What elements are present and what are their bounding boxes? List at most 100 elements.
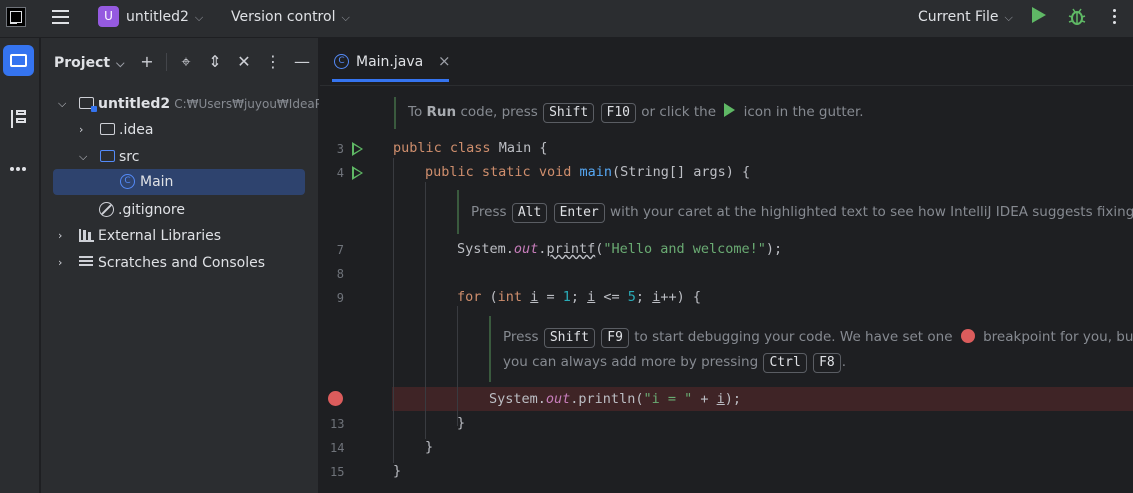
tree-item-gitignore[interactable]: .gitignore [41, 197, 319, 223]
code-text: ( [481, 289, 498, 305]
title-bar: U untitled2 ⌵ Version control ⌵ Current Fi… [0, 0, 1133, 38]
hint-text: you can always add more by pressing [503, 354, 759, 370]
line-number: 14 [330, 441, 345, 455]
tree-item-src[interactable]: ⌵ src [41, 144, 319, 170]
ignore-file-icon [99, 202, 114, 217]
add-icon[interactable]: + [137, 52, 157, 72]
code-line[interactable]: for (int i = 1; i <= 5; i++) { [457, 289, 701, 305]
project-panel-title[interactable]: Project ⌵ [54, 55, 124, 71]
shortcut-key: F9 [601, 328, 629, 348]
code-text: ; [570, 289, 588, 305]
tree-item-external-libraries[interactable]: › External Libraries [41, 223, 319, 249]
project-panel: Project ⌵ + ⌖ ⇕ ✕ ⋮ — ⌵ untitled2 C:₩Users… [41, 38, 319, 493]
more-options-icon[interactable] [1113, 9, 1117, 27]
chevron-down-icon: ⌵ [194, 11, 204, 24]
fix-hint: Press Alt Enter with your caret at the h… [471, 200, 1133, 224]
hint-text: with your caret at the highlighted text … [610, 204, 1133, 220]
keyword: int [497, 289, 523, 305]
hint-bold-text: Run [426, 104, 457, 120]
chevron-down-icon: ⌵ [116, 57, 125, 70]
shortcut-key: F10 [600, 103, 636, 123]
expand-all-icon[interactable]: ⇕ [205, 52, 225, 72]
chevron-down-icon: ⌵ [341, 11, 350, 24]
hint-text: To [408, 104, 423, 120]
code-line[interactable]: } [425, 439, 433, 455]
code-text: <= [595, 289, 628, 305]
hide-icon[interactable]: — [292, 52, 312, 72]
breakpoint-icon [960, 329, 975, 343]
code-line[interactable]: } [457, 415, 465, 431]
code-line[interactable]: System.out.println("i = " + i); [489, 391, 741, 407]
field-name: out [513, 241, 539, 257]
tree-item-label: External Libraries [98, 228, 221, 244]
line-number: 13 [330, 417, 345, 431]
tree-item-main[interactable]: C Main [53, 169, 305, 195]
structure-icon [11, 110, 27, 128]
run-gutter-icon[interactable] [352, 166, 363, 180]
run-config-selector[interactable]: Current File ⌵ [918, 9, 1013, 25]
code-text: System. [457, 241, 514, 257]
tab-label: Main.java [356, 54, 424, 70]
hint-bar [489, 316, 491, 382]
code-text: (String[] args) { [612, 164, 751, 180]
debug-hint: Press Shift F9 to start debugging your c… [503, 325, 1133, 349]
close-icon[interactable]: × [438, 52, 451, 70]
tree-item-idea[interactable]: › .idea [41, 117, 319, 143]
active-tab-indicator [332, 79, 449, 82]
number-literal: 1 [562, 289, 571, 305]
indent-guide [457, 306, 458, 426]
version-control-label: Version control [231, 9, 336, 25]
class-icon: C [120, 174, 135, 189]
code-text: ); [724, 391, 742, 407]
tool-window-strip [0, 38, 40, 493]
collapse-all-icon[interactable]: ✕ [234, 52, 254, 72]
tab-main-java[interactable]: C Main.java × [332, 46, 462, 82]
hint-bar [394, 97, 396, 129]
chevron-down-icon[interactable]: ⌵ [79, 144, 91, 170]
project-tool-button[interactable] [3, 45, 34, 76]
options-icon[interactable]: ⋮ [263, 52, 283, 72]
class-icon: C [334, 54, 349, 69]
intellij-logo-icon [6, 7, 26, 27]
chevron-right-icon[interactable]: › [58, 250, 70, 276]
shortcut-key: Enter [553, 203, 605, 223]
tree-item-untitled2[interactable]: ⌵ untitled2 C:₩Users₩juyou₩IdeaPr [41, 91, 319, 117]
chevron-down-icon: ⌵ [1004, 11, 1013, 24]
more-tools-button[interactable] [3, 146, 34, 177]
debug-icon[interactable] [1068, 8, 1086, 26]
run-gutter-icon[interactable] [352, 142, 363, 156]
code-line[interactable]: public class Main { [393, 140, 547, 156]
shortcut-key: Alt [511, 203, 548, 223]
line-number: 7 [336, 243, 344, 257]
code-text: .println( [570, 391, 644, 407]
project-panel-toolbar: + ⌖ ⇕ ✕ ⋮ — [137, 52, 321, 72]
code-line[interactable]: } [393, 463, 401, 479]
variable: i [716, 391, 725, 407]
locate-icon[interactable]: ⌖ [176, 52, 196, 72]
hint-text: Press [503, 329, 539, 345]
code-line[interactable]: public static void main(String[] args) { [425, 164, 750, 180]
project-selector[interactable]: untitled2 ⌵ [126, 9, 203, 25]
chevron-down-icon[interactable]: ⌵ [58, 91, 70, 117]
project-badge[interactable]: U [98, 6, 119, 27]
code-text: = [538, 289, 563, 305]
chevron-right-icon[interactable]: › [79, 117, 91, 143]
number-literal: 5 [627, 289, 636, 305]
tree-item-scratches[interactable]: › Scratches and Consoles [41, 250, 319, 276]
breakpoint-icon[interactable] [328, 391, 343, 406]
chevron-right-icon[interactable]: › [58, 223, 70, 249]
string-literal: "Hello and welcome!" [603, 241, 766, 257]
version-control-menu[interactable]: Version control ⌵ [231, 9, 350, 25]
keyword: static [481, 164, 531, 180]
project-panel-title-label: Project [54, 55, 111, 71]
indent-guide [393, 158, 394, 463]
code-text: ; [635, 289, 653, 305]
code-line[interactable]: System.out.printf("Hello and welcome!"); [457, 241, 782, 257]
tree-item-label: .idea [119, 122, 154, 138]
structure-tool-button[interactable] [3, 102, 34, 133]
shortcut-key: Ctrl [763, 353, 807, 373]
editor-tab-bar: C Main.java × [320, 38, 1133, 86]
keyword: class [449, 140, 491, 156]
run-icon[interactable] [1032, 7, 1046, 23]
main-menu-icon[interactable] [52, 10, 69, 24]
